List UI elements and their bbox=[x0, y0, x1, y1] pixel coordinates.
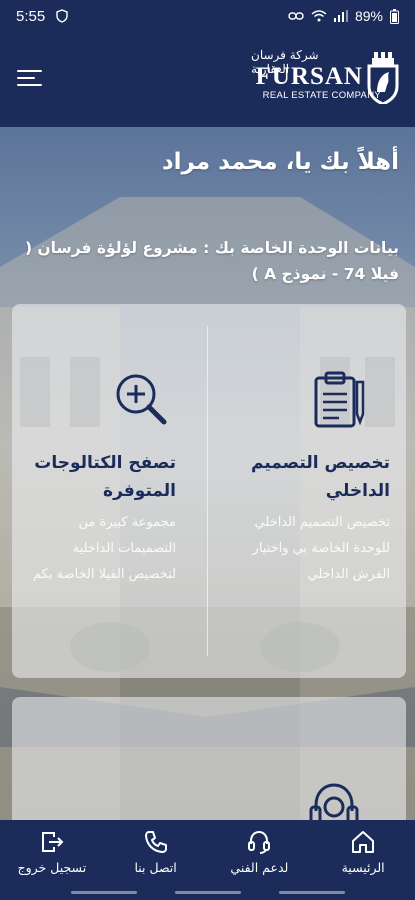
gesture-bar bbox=[0, 891, 415, 894]
support-card[interactable] bbox=[12, 697, 406, 820]
wifi-icon bbox=[311, 10, 327, 22]
company-logo: شركة فرسان العقارية FURSAN REAL ESTATE C… bbox=[251, 48, 401, 108]
services-card: تخصيص التصميم الداخلي تخصيص التصميم الدا… bbox=[12, 304, 406, 678]
customize-design-desc: تخصيص التصميم الداخلي للوحدة الخاصة بي و… bbox=[252, 515, 390, 582]
nav-support-label: لدعم الفني bbox=[230, 860, 289, 875]
nav-logout-label: تسجيل خروج bbox=[17, 860, 87, 875]
headset-icon bbox=[248, 830, 271, 854]
logo-subtitle: REAL ESTATE COMPANY bbox=[262, 90, 381, 101]
welcome-heading: أهلاً بك يا، محمد مراد bbox=[161, 149, 399, 175]
headset-icon bbox=[309, 783, 359, 820]
browse-catalogs-desc: مجموعة كبيرة من التصميمات الداخلية لتخصي… bbox=[32, 515, 176, 582]
link-icon bbox=[288, 12, 304, 20]
app-bar: شركة فرسان العقارية FURSAN REAL ESTATE C… bbox=[0, 32, 415, 127]
nav-contact-label: اتصل بنا bbox=[134, 860, 177, 875]
clipboard-icon bbox=[314, 371, 365, 428]
logout-icon bbox=[41, 832, 64, 852]
main-content: أهلاً بك يا، محمد مراد بيانات الوحدة الخ… bbox=[0, 127, 415, 820]
customize-design-title: تخصيص التصميم الداخلي bbox=[250, 453, 390, 501]
nav-home-label: الرئيسية bbox=[341, 860, 385, 875]
nav-support[interactable]: لدعم الفني bbox=[208, 820, 312, 900]
menu-icon[interactable] bbox=[17, 70, 42, 88]
zoom-in-icon bbox=[116, 374, 167, 425]
home-icon bbox=[352, 831, 375, 853]
bottom-navigation: الرئيسية لدعم الفني اتصل بنا تسجيل خروج bbox=[0, 820, 415, 900]
battery-percent: 89% bbox=[354, 8, 383, 24]
nav-contact[interactable]: اتصل بنا bbox=[104, 820, 208, 900]
browse-catalogs-tile[interactable]: تصفح الكتالوجات المتوفرة مجموعة كبيرة من… bbox=[12, 304, 192, 678]
signal-icon bbox=[333, 10, 348, 22]
nav-logout[interactable]: تسجيل خروج bbox=[0, 820, 104, 900]
unit-info-text: بيانات الوحدة الخاصة بك : مشروع لؤلؤة فر… bbox=[24, 239, 399, 283]
phone-icon bbox=[144, 831, 167, 853]
knight-logo-icon bbox=[367, 52, 399, 104]
browse-catalogs-title: تصفح الكتالوجات المتوفرة bbox=[34, 453, 176, 501]
nav-home[interactable]: الرئيسية bbox=[311, 820, 415, 900]
status-bar: 5:55 89% bbox=[0, 0, 415, 32]
card-divider bbox=[207, 326, 208, 656]
customize-design-tile[interactable]: تخصيص التصميم الداخلي تخصيص التصميم الدا… bbox=[216, 304, 406, 678]
logo-name: FURSAN bbox=[255, 63, 363, 90]
battery-icon bbox=[390, 8, 399, 24]
shield-icon bbox=[56, 9, 68, 23]
status-time: 5:55 bbox=[16, 7, 46, 25]
